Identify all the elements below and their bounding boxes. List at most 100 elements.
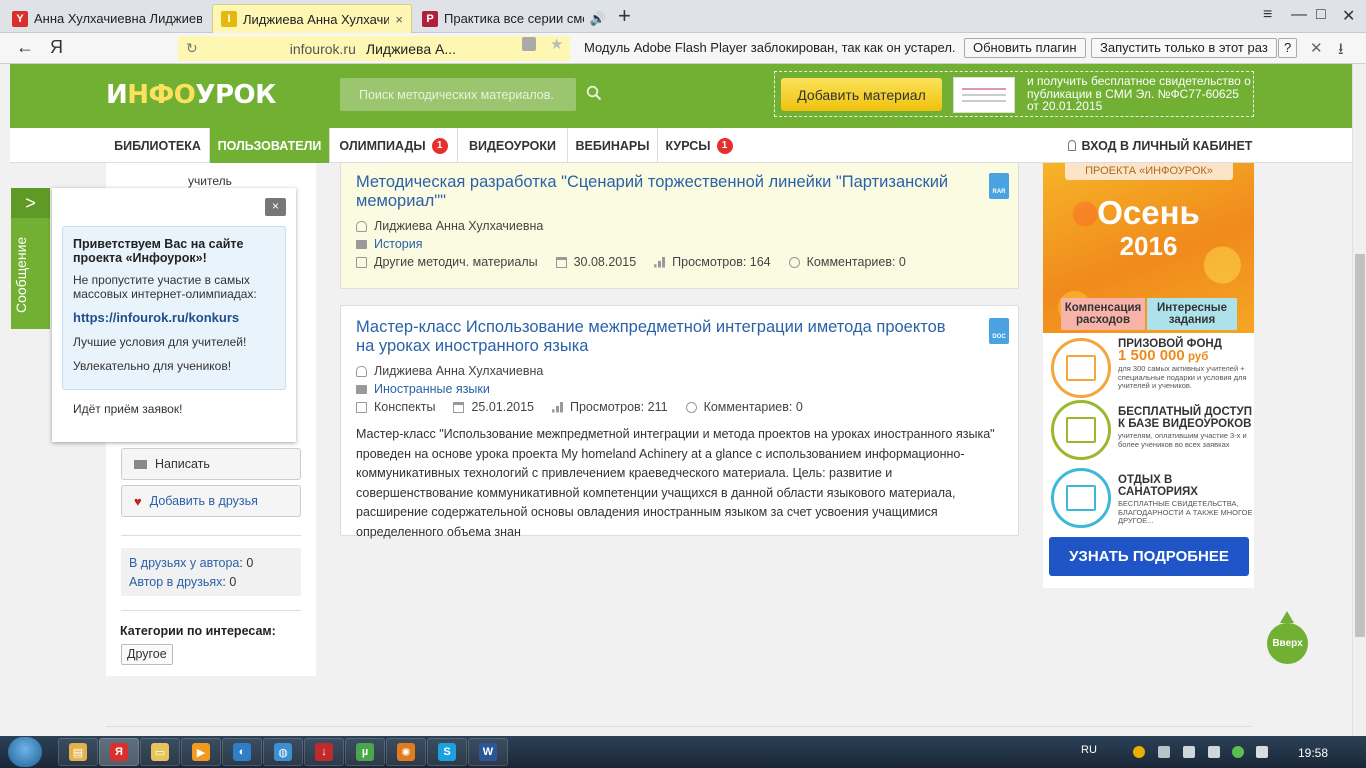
url-field[interactable]: ↻ infourok.ru Лиджиева А... [178, 36, 570, 61]
reload-icon[interactable]: ↻ [186, 40, 198, 57]
shield-icon[interactable]: ◍ [263, 738, 303, 766]
category-tag[interactable]: Другое [121, 644, 173, 665]
popup-text: Увлекательно для учеников! [73, 359, 232, 373]
browser-menu-icon[interactable]: ≡ [1263, 6, 1272, 24]
main-navigation: Библиотека Пользователи Олимпиады 1 Видео… [10, 128, 1352, 163]
nav-courses[interactable]: Курсы 1 [658, 128, 740, 163]
word-icon[interactable]: W [468, 738, 508, 766]
lock-icon[interactable] [522, 37, 536, 51]
material-title-link[interactable]: Методическая разработка "Сценарий торжес… [356, 173, 956, 211]
nav-videolessons[interactable]: Видеоуроки [458, 128, 568, 163]
volume-icon[interactable] [1158, 746, 1170, 758]
browser-icon-glyph: ◐ [233, 743, 251, 761]
search-input[interactable]: Поиск методических материалов. [340, 78, 576, 111]
folder-icon[interactable]: ▤ [58, 738, 98, 766]
close-icon[interactable]: × [265, 198, 286, 216]
add-material-button[interactable]: Добавить материал [781, 78, 942, 111]
details-line: Другие методич. материалы 30.08.2015 Про… [356, 255, 906, 269]
minimize-icon[interactable]: — [1291, 6, 1307, 24]
nav-library[interactable]: Библиотека [106, 128, 210, 163]
arrow-up-icon[interactable] [1280, 611, 1294, 623]
write-message-button[interactable]: Написать [121, 448, 301, 480]
language-indicator[interactable]: RU [1081, 744, 1097, 756]
subject-link[interactable]: История [374, 237, 422, 251]
banner-season: Осень [1097, 194, 1200, 231]
friends-of-author-link[interactable]: В друзьях у автора [129, 556, 239, 570]
doc-file-icon: DOC [989, 318, 1009, 344]
welcome-popup: × Приветствуем Вас на сайте проекта «Инф… [52, 188, 296, 442]
start-button[interactable] [8, 737, 42, 767]
message-side-tab[interactable]: > Сообщение [11, 188, 50, 329]
maximize-icon[interactable]: □ [1316, 6, 1326, 24]
skype-icon[interactable]: S [427, 738, 467, 766]
download-manager-icon[interactable]: ↓ [304, 738, 344, 766]
pinterest-favicon-icon: P [422, 10, 438, 27]
back-arrow-icon[interactable]: ← [16, 37, 34, 58]
nav-olympiads[interactable]: Олимпиады 1 [330, 128, 458, 163]
promo-text: и получить бесплатное свидетельство о пу… [1027, 74, 1251, 113]
browser-tab-3[interactable]: P Практика все серии смо 🔊 [414, 4, 614, 33]
nav-users[interactable]: Пользователи [210, 128, 330, 163]
author-line: Лиджиева Анна Хулхачиевна [356, 219, 543, 233]
close-window-icon[interactable]: ✕ [1342, 6, 1355, 26]
browser-tab-1[interactable]: Y Анна Хулхачиевна Лиджиева [4, 4, 210, 33]
run-once-button[interactable]: Запустить только в этот раз [1091, 38, 1277, 58]
new-tab-button[interactable]: + [618, 3, 631, 29]
autumn-2016-banner[interactable]: ПРОЕКТА «ИНФОУРОК» Осень 2016 Компенсаци… [1043, 163, 1254, 588]
network-icon[interactable] [1183, 746, 1195, 758]
banner-tasks: Интересные задания [1147, 298, 1237, 330]
skype-icon-glyph: S [438, 743, 456, 761]
search-icon[interactable] [586, 85, 602, 101]
learn-more-button[interactable]: УЗНАТЬ ПОДРОБНЕЕ [1049, 537, 1249, 576]
yandex-home-icon[interactable]: Я [50, 37, 63, 58]
nav-webinars[interactable]: Вебинары [568, 128, 658, 163]
material-title-link[interactable]: Мастер-класс Использование межпредметной… [356, 318, 956, 356]
material-description: Мастер-класс "Использование межпредметно… [356, 427, 995, 539]
scroll-thumb[interactable] [1355, 254, 1365, 637]
calendar-icon [555, 256, 567, 268]
word-icon-glyph: W [479, 743, 497, 761]
help-button[interactable]: ? [1278, 38, 1298, 58]
tray-app-icon[interactable] [1232, 746, 1244, 758]
konkurs-link[interactable]: https://infourok.ru/konkurs [73, 310, 239, 325]
tab-title: Лиджиева Анна Хулхачиевна [243, 11, 389, 27]
windows-taskbar: ▤ Я ▭ ▶ ◐ ◍ ↓ µ ✺ S W RU 19:58 [0, 736, 1366, 768]
media-player-icon[interactable]: ▶ [181, 738, 221, 766]
tab-close-icon[interactable]: × [395, 12, 403, 27]
downloads-icon[interactable]: ⭳ [1338, 38, 1344, 65]
wheel-icon[interactable]: ✺ [386, 738, 426, 766]
explorer-icon-glyph: ▭ [151, 743, 169, 761]
author-in-friends-link[interactable]: Автор в друзьях [129, 575, 222, 589]
flag-icon[interactable] [1256, 746, 1268, 758]
chevron-right-icon[interactable]: > [11, 188, 50, 218]
battery-icon[interactable] [1208, 746, 1220, 758]
tab-audio-icon[interactable]: 🔊 [590, 11, 606, 27]
update-plugin-button[interactable]: Обновить плагин [964, 38, 1086, 58]
folder-icon [356, 239, 367, 249]
popup-title: Приветствуем Вас на сайте проекта «Инфоу… [73, 237, 244, 265]
material-card: Мастер-класс Использование межпредметной… [340, 305, 1019, 539]
explorer-icon[interactable]: ▭ [140, 738, 180, 766]
browser-tab-2-active[interactable]: I Лиджиева Анна Хулхачиевна × [212, 4, 412, 33]
torrent-icon[interactable]: µ [345, 738, 385, 766]
login-link[interactable]: Вход в личный кабинет [1060, 128, 1260, 163]
scroll-top-button[interactable]: Вверх [1267, 623, 1308, 664]
subject-link[interactable]: Иностранные языки [374, 382, 490, 396]
add-friend-button[interactable]: ♥ Добавить в друзья [121, 485, 301, 517]
views-icon [552, 401, 563, 413]
page-scrollbar[interactable] [1352, 64, 1366, 736]
footer-divider [106, 726, 1252, 727]
bookmark-star-icon[interactable]: ★ [550, 35, 563, 53]
notification-icon[interactable] [1133, 746, 1145, 758]
banner-rest-row: ОТДЫХ В САНАТОРИЯХ БЕСПЛАТНЫЕ СВИДЕТЕЛЬСТ… [1051, 468, 1253, 530]
tab-title: Практика все серии смо [444, 11, 584, 26]
yandex-browser-icon[interactable]: Я [99, 738, 139, 766]
views-icon [654, 256, 666, 268]
infourok-logo[interactable]: ИНФОУРОК [106, 80, 276, 110]
banner-year: 2016 [1119, 231, 1178, 261]
document-icon [356, 256, 367, 268]
browser-icon[interactable]: ◐ [222, 738, 262, 766]
browser-tab-bar: Y Анна Хулхачиевна Лиджиева I Лиджиева А… [0, 0, 1366, 33]
gift-icon [1051, 338, 1111, 398]
close-notification-icon[interactable]: ✕ [1310, 39, 1323, 57]
